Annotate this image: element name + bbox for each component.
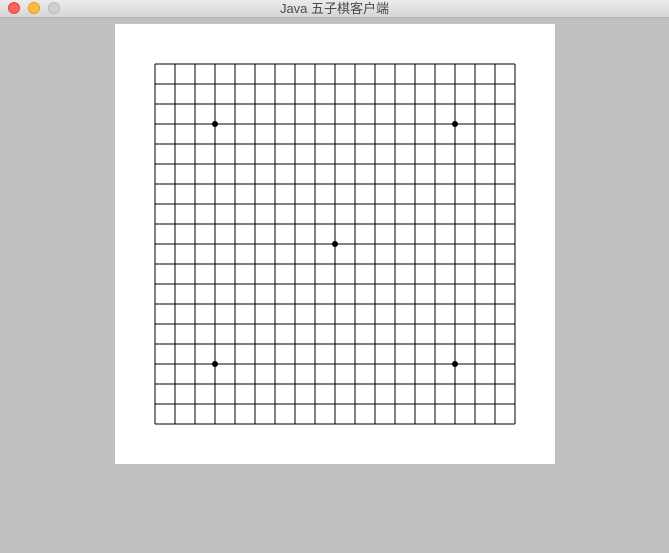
star-point: [212, 121, 218, 127]
title-bar[interactable]: Java 五子棋客户端: [0, 0, 669, 18]
gomoku-board[interactable]: [115, 24, 555, 464]
star-point: [452, 121, 458, 127]
gomoku-board-panel[interactable]: [115, 24, 555, 464]
star-point: [332, 241, 338, 247]
star-point: [452, 361, 458, 367]
app-window: Java 五子棋客户端: [0, 0, 669, 553]
window-title: Java 五子棋客户端: [279, 1, 390, 16]
star-point: [212, 361, 218, 367]
